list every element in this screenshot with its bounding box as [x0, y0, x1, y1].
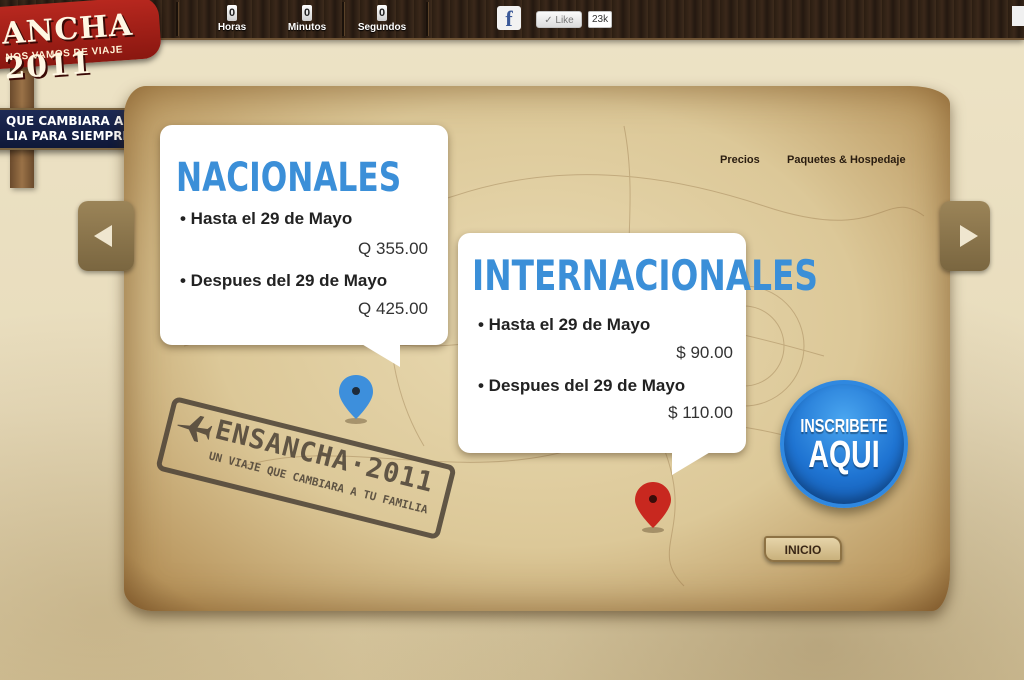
nacionales-item-2-price: Q 425.00	[358, 299, 428, 318]
facebook-icon[interactable]: f	[497, 6, 521, 31]
like-button[interactable]: ✓ Like	[536, 11, 582, 28]
logo[interactable]: ANCHA 2011 NOS VAMOS DE VIAJE	[0, 0, 162, 87]
nacionales-title: NACIONALES	[176, 155, 402, 201]
internacionales-item-1-label: • Hasta el 29 de Mayo	[478, 315, 651, 334]
like-count: 23k	[588, 11, 613, 28]
internacionales-item-1-price: $ 90.00	[676, 343, 733, 362]
nacionales-card: NACIONALES • Hasta el 29 de Mayo Q 355.0…	[160, 125, 448, 367]
prev-arrow-button[interactable]	[78, 201, 134, 271]
countdown-seconds-label: Segundos	[357, 22, 407, 33]
countdown-seconds-value: 0	[377, 5, 387, 21]
slogan-line-1: QUE CAMBIARA A	[6, 114, 124, 128]
internacionales-item-2-label: • Despues del 29 de Mayo	[478, 376, 686, 395]
map-pin-icon[interactable]	[633, 480, 673, 534]
divider	[426, 2, 428, 36]
arrow-right-icon	[960, 225, 978, 247]
countdown-seconds: 0 Segundos	[347, 3, 417, 33]
nav-paquetes-hospedaje[interactable]: Paquetes & Hospedaje	[787, 154, 906, 166]
top-right-badge	[1012, 6, 1024, 26]
next-arrow-button[interactable]	[940, 201, 990, 271]
card-tail	[360, 343, 400, 367]
countdown-minutes-label: Minutos	[287, 22, 327, 33]
inscribete-button[interactable]: INSCRIBETE AQUI	[780, 380, 908, 508]
countdown-hours-value: 0	[227, 5, 237, 21]
nav-precios[interactable]: Precios	[720, 154, 760, 166]
internacionales-title: INTERNACIONALES	[472, 251, 819, 300]
internacionales-card: INTERNACIONALES • Hasta el 29 de Mayo $ …	[458, 233, 818, 475]
slogan-sign: QUE CAMBIARA A LIA PARA SIEMPRE	[0, 108, 134, 150]
countdown-hours-label: Horas	[217, 22, 247, 33]
map-pin-icon[interactable]	[337, 373, 375, 425]
nacionales-item-2-label: • Despues del 29 de Mayo	[180, 271, 388, 290]
nacionales-item-1-price: Q 355.00	[358, 239, 428, 258]
divider	[342, 2, 344, 36]
countdown-minutes-value: 0	[302, 5, 312, 21]
slogan-line-2: LIA PARA SIEMPRE	[6, 129, 131, 143]
aqui-label: AQUI	[808, 434, 880, 476]
inicio-button[interactable]: INICIO	[764, 536, 842, 562]
plane-icon	[177, 415, 213, 443]
internacionales-item-2-price: $ 110.00	[668, 403, 733, 422]
nacionales-item-1-label: • Hasta el 29 de Mayo	[180, 209, 353, 228]
arrow-left-icon	[94, 225, 112, 247]
countdown-hours: 0 Horas	[197, 3, 267, 33]
countdown-minutes: 0 Minutos	[272, 3, 342, 33]
divider	[176, 2, 178, 36]
card-tail	[672, 451, 712, 475]
